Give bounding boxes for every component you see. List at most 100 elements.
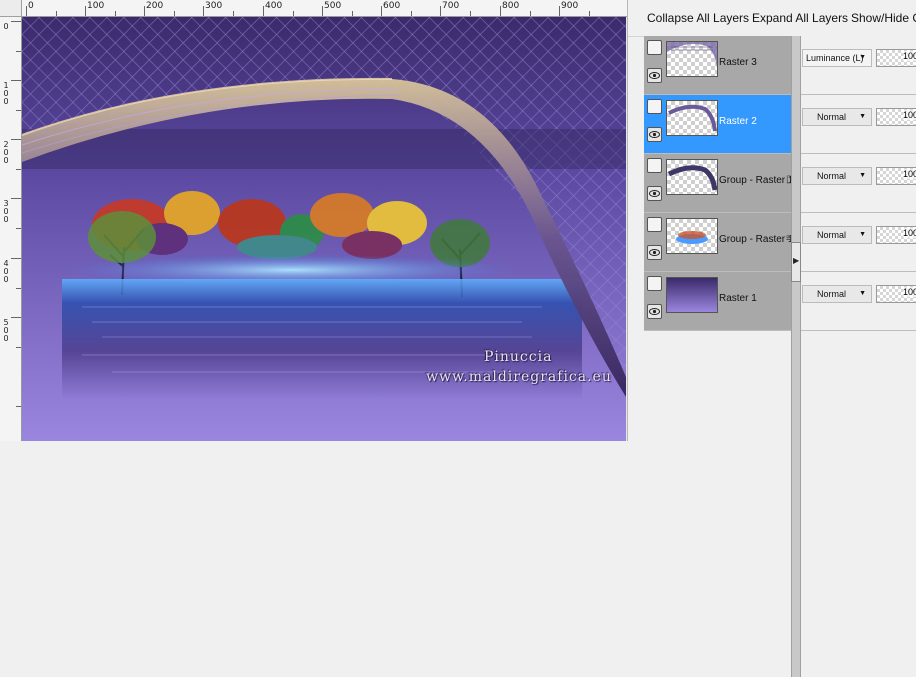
ruler-minor-tick: [16, 169, 21, 170]
horizontal-ruler: 0 100 200 300 400 500 600 700 800 900: [22, 0, 627, 17]
ruler-minor-tick: [233, 11, 234, 16]
layer-properties: Normal ▼ 100: [801, 213, 916, 271]
ruler-minor-tick: [56, 11, 57, 16]
ruler-minor-tick: [16, 288, 21, 289]
blend-mode-label: Normal: [817, 112, 847, 122]
layer-row-group-raster-1-b[interactable]: Group - Raster 1 ≡ Normal▼ 100: [644, 213, 916, 618]
opacity-value: 100: [902, 228, 916, 238]
palette-splitter-bottom[interactable]: [791, 326, 801, 441]
opacity-value: 100: [902, 110, 916, 120]
eye-icon[interactable]: [647, 245, 662, 260]
opacity-field[interactable]: 100: [876, 226, 916, 244]
ruler-minor-tick: [115, 11, 116, 16]
layer-thumbnail[interactable]: [666, 100, 718, 136]
ruler-label: 300: [205, 1, 223, 11]
eye-icon[interactable]: [647, 68, 662, 83]
blend-mode-label: Luminance (L): [806, 53, 864, 63]
show-hide-button[interactable]: Show/Hide C: [851, 11, 916, 25]
ruler-tick: [85, 6, 86, 16]
mask-icon[interactable]: [647, 276, 662, 291]
ruler-minor-tick: [411, 11, 412, 16]
ruler-tick: [381, 6, 382, 16]
layers-toolbar: Collapse All Layers Expand All Layers Sh…: [628, 0, 916, 37]
artwork: [22, 17, 626, 441]
eye-icon[interactable]: [647, 304, 662, 319]
layer-name[interactable]: Group - Raster 1: [719, 175, 793, 186]
ruler-label: 900: [561, 1, 579, 11]
mask-icon[interactable]: [647, 99, 662, 114]
opacity-value: 100: [902, 287, 916, 297]
blend-mode-label: Normal: [817, 230, 847, 240]
layer-name[interactable]: Raster 2: [719, 116, 757, 127]
chevron-down-icon: ▼: [859, 54, 866, 61]
ruler-label: 400: [265, 1, 283, 11]
layer-thumbnail[interactable]: [666, 218, 718, 254]
layer-thumbnail[interactable]: [666, 277, 718, 313]
ruler-minor-tick: [293, 11, 294, 16]
opacity-value: 100: [902, 169, 916, 179]
ruler-label: 4 0 0: [3, 259, 9, 284]
blend-mode-dropdown[interactable]: Normal ▼: [802, 108, 872, 126]
vertical-ruler: 0 1 0 0 2 0 0 3 0 0 4 0 0 5 0 0: [0, 17, 22, 441]
ruler-label: 200: [146, 1, 164, 11]
chevron-down-icon: ▼: [859, 290, 866, 297]
layer-row-raster-1[interactable]: Raster 1 Normal ▼ 100: [644, 272, 916, 677]
layer-icons: [644, 154, 666, 212]
eye-icon[interactable]: [647, 127, 662, 142]
layer-name[interactable]: Raster 1: [719, 293, 757, 304]
canvas-area[interactable]: 0 100 200 300 400 500 600 700 800 900 0 …: [0, 0, 628, 441]
ruler-tick: [11, 258, 21, 259]
ruler-tick: [11, 198, 21, 199]
blend-mode-dropdown[interactable]: Normal ▼: [802, 285, 872, 303]
ruler-label: 700: [442, 1, 460, 11]
expand-all-layers-button[interactable]: Expand All Layers: [752, 11, 848, 25]
layer-icons: [644, 272, 666, 330]
ruler-tick: [263, 6, 264, 16]
mask-icon[interactable]: [647, 40, 662, 55]
eye-icon[interactable]: [647, 186, 662, 201]
layer-icons: [644, 95, 666, 153]
layer-icons: [644, 213, 666, 271]
ruler-minor-tick: [16, 347, 21, 348]
ruler-minor-tick: [16, 110, 21, 111]
ruler-minor-tick: [174, 11, 175, 16]
mask-icon[interactable]: [647, 217, 662, 232]
opacity-field[interactable]: 100: [876, 108, 916, 126]
blend-mode-dropdown[interactable]: Normal ▼: [802, 167, 872, 185]
ruler-label: 600: [383, 1, 401, 11]
opacity-field[interactable]: 100: [876, 49, 916, 67]
layer-properties: Normal ▼ 100: [801, 272, 916, 330]
ruler-tick: [322, 6, 323, 16]
opacity-field[interactable]: 100: [876, 167, 916, 185]
layer-name[interactable]: Group - Raster 1: [719, 234, 793, 245]
opacity-field[interactable]: 100: [876, 285, 916, 303]
ruler-tick: [11, 139, 21, 140]
ruler-label: 100: [87, 1, 105, 11]
collapse-all-layers-button[interactable]: Collapse All Layers: [647, 11, 749, 25]
ruler-tick: [26, 6, 27, 16]
layer-row-raster-3[interactable]: Raster 3 Luminance (L)▼ 100: [644, 36, 916, 441]
blend-mode-label: Normal: [817, 289, 847, 299]
layer-name[interactable]: Raster 3: [719, 57, 757, 68]
ruler-tick: [500, 6, 501, 16]
layer-row-raster-2[interactable]: Raster 2 Normal ▼ 100: [644, 95, 916, 500]
ruler-minor-tick: [16, 51, 21, 52]
ruler-tick: [11, 80, 21, 81]
opacity-value: 100: [902, 51, 916, 61]
layer-thumbnail[interactable]: [666, 41, 718, 77]
blend-mode-dropdown[interactable]: Normal ▼: [802, 226, 872, 244]
ruler-tick: [440, 6, 441, 16]
ruler-label: 0: [3, 22, 9, 31]
image-canvas[interactable]: Pinuccia www.maldiregrafica.eu: [22, 17, 626, 441]
splitter-handle[interactable]: ▶: [791, 242, 801, 282]
ruler-minor-tick: [352, 11, 353, 16]
blend-mode-dropdown[interactable]: Luminance (L) ▼: [802, 49, 872, 67]
ruler-tick: [559, 6, 560, 16]
layers-palette: Collapse All Layers Expand All Layers Sh…: [628, 0, 916, 677]
mask-icon[interactable]: [647, 158, 662, 173]
blend-mode-label: Normal: [817, 171, 847, 181]
ruler-corner: [0, 0, 22, 17]
ruler-tick: [11, 317, 21, 318]
layer-row-group-raster-1[interactable]: Group - Raster 1 ▯ Normal▼ 100: [644, 154, 916, 559]
layer-thumbnail[interactable]: [666, 159, 718, 195]
